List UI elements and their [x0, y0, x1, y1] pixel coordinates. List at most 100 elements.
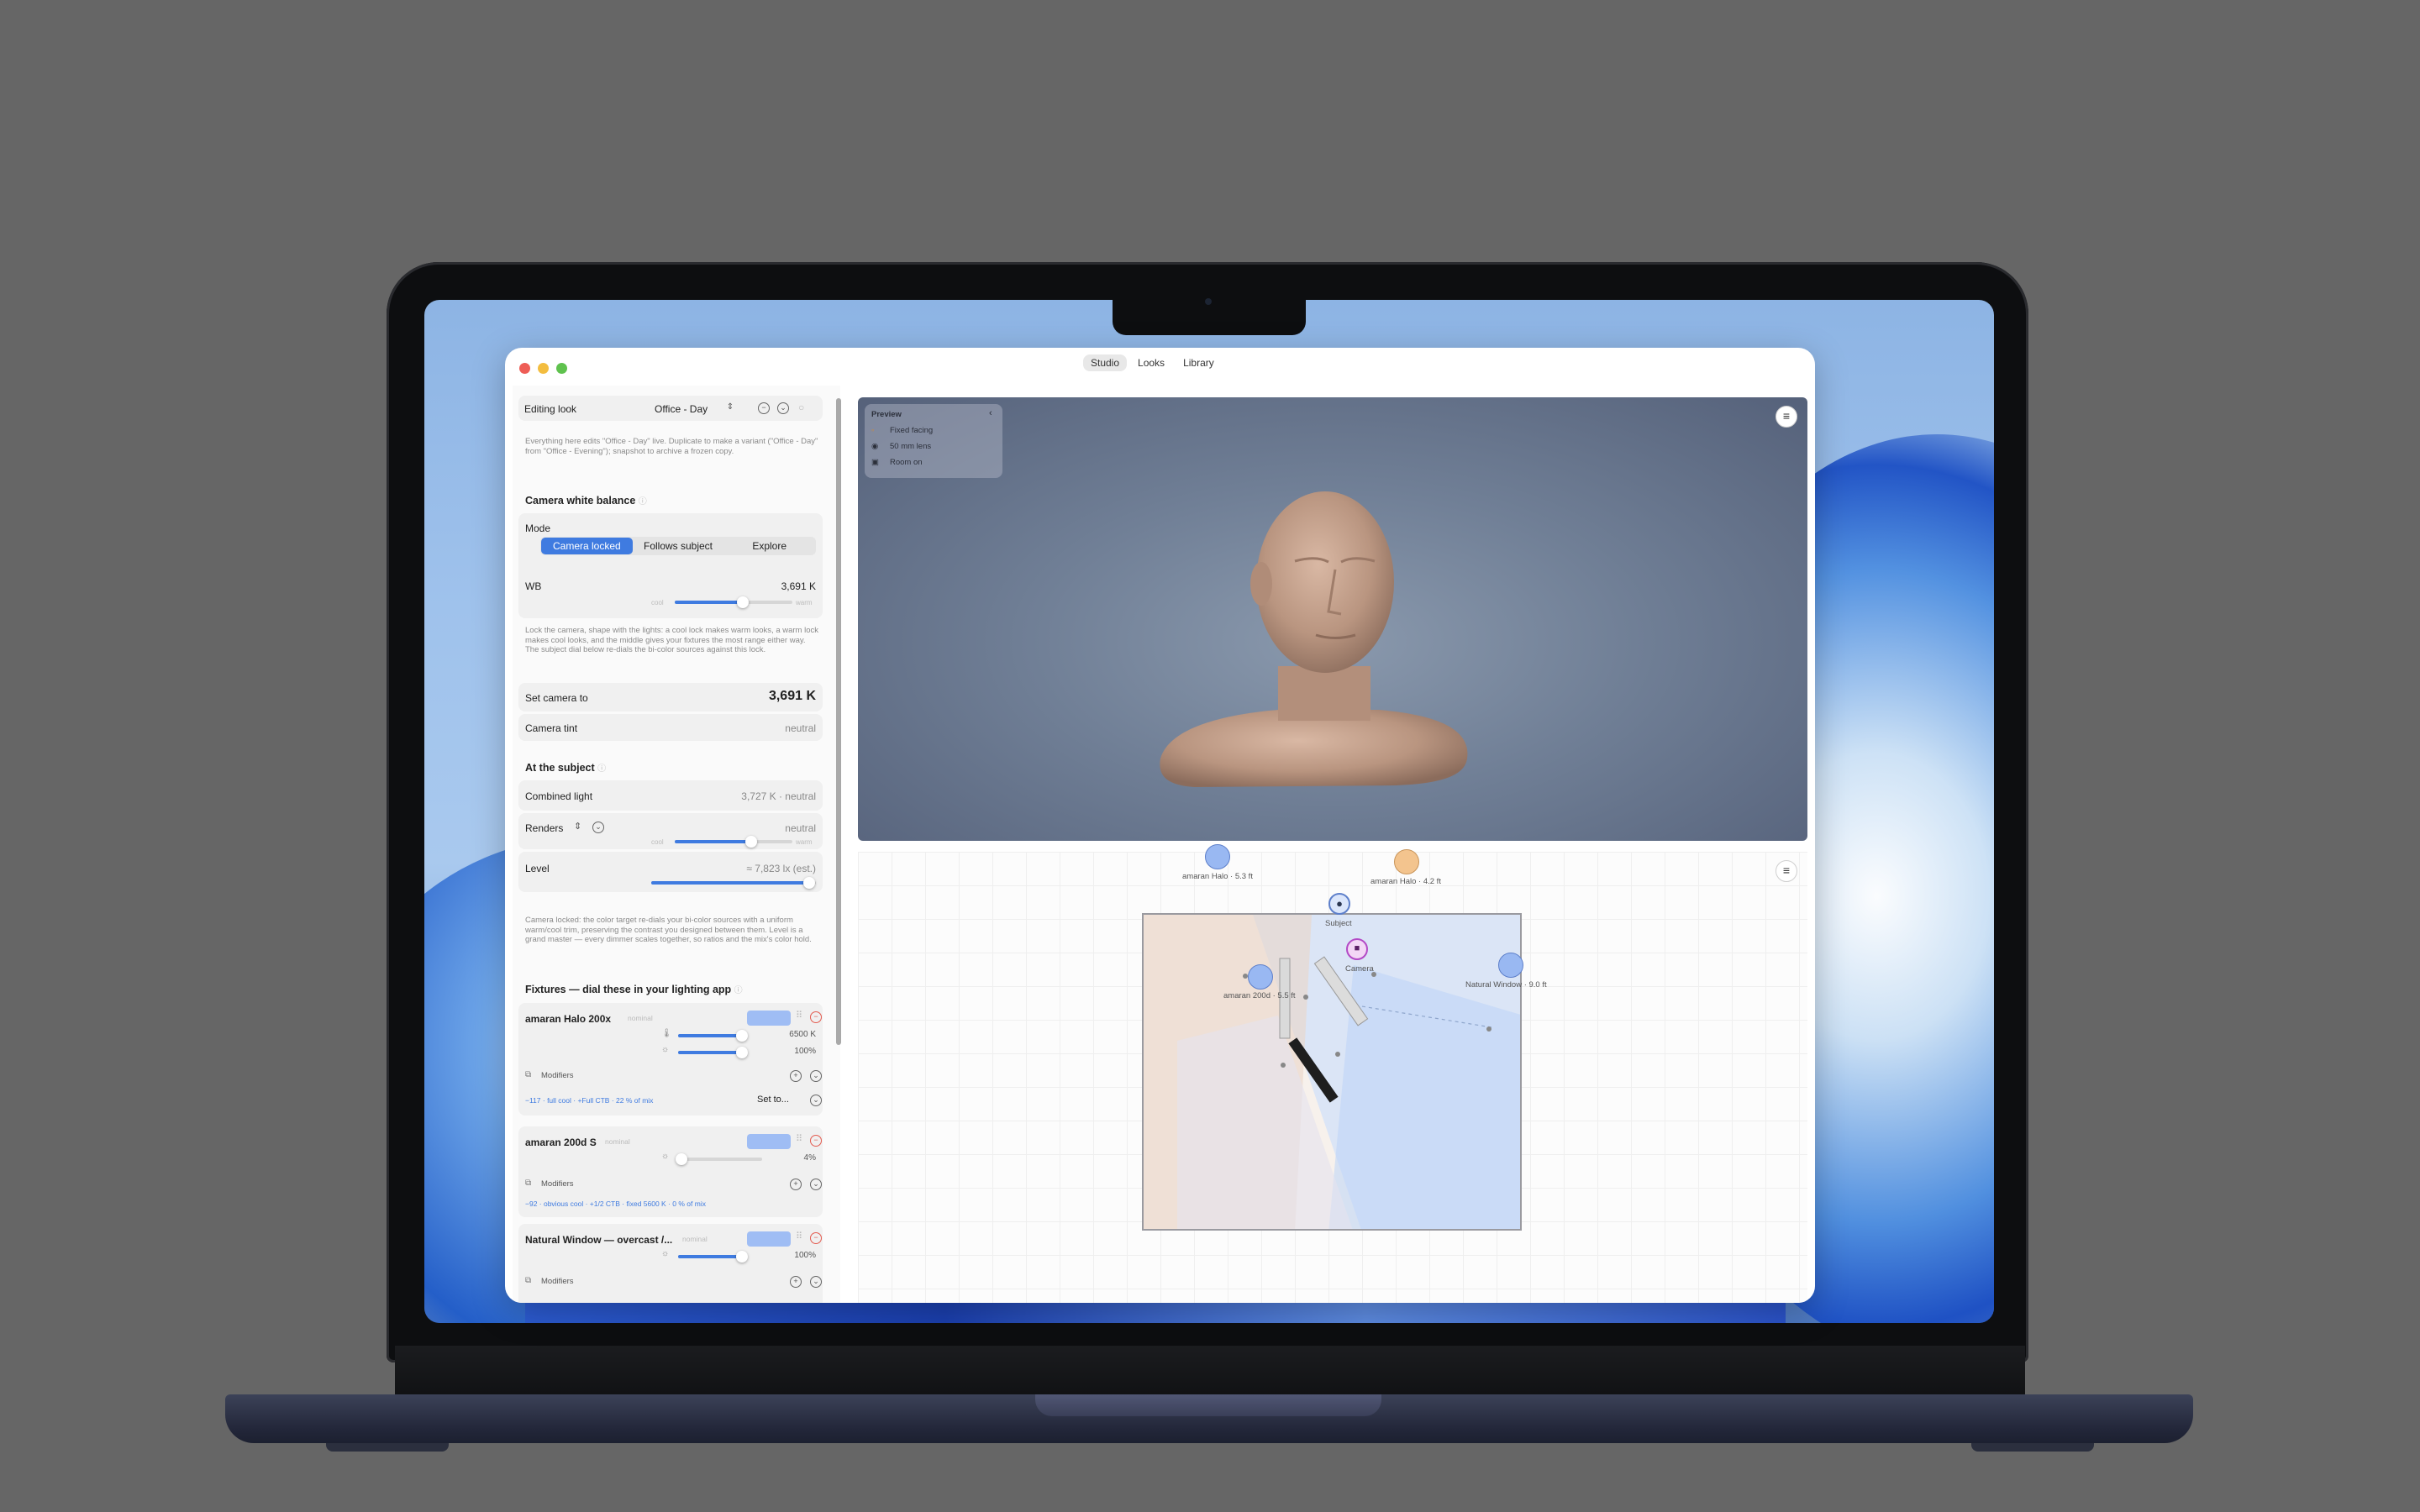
- halo-right-marker[interactable]: [1394, 849, 1419, 874]
- renders-slider[interactable]: [675, 836, 792, 848]
- add-modifier-icon[interactable]: +: [790, 1179, 802, 1190]
- preview-viewport[interactable]: Preview ‹ ◦ Fixed facing ◉ 50 mm lens ▣ …: [858, 397, 1807, 841]
- tab-studio[interactable]: Studio: [1083, 354, 1128, 371]
- remove-fixture-icon[interactable]: −: [810, 1135, 822, 1147]
- fixture-card-halo: amaran Halo 200x nominal ⠿ − 🌡 6500 K ☼ …: [518, 1003, 823, 1116]
- camera-wb-card: Mode Camera locked Follows subject Explo…: [518, 513, 823, 618]
- stepper-icon[interactable]: ⇕: [574, 821, 581, 832]
- modifiers-label[interactable]: Modifiers: [541, 1071, 574, 1080]
- remove-fixture-icon[interactable]: −: [810, 1011, 822, 1023]
- renders-label: Renders: [525, 822, 564, 834]
- laptop-opening-notch: [1035, 1394, 1381, 1416]
- editing-note: Everything here edits "Office - Day" liv…: [525, 437, 818, 456]
- mode-tabs: Studio Looks Library: [1083, 353, 1222, 373]
- chevron-down-icon[interactable]: ⌄: [810, 1179, 822, 1190]
- fixture-tag: nominal: [682, 1235, 708, 1243]
- camera-notch: [1113, 300, 1306, 335]
- set-to-button[interactable]: Set to...: [757, 1095, 789, 1105]
- fixture-summary: −117 · full cool · +Full CTB · 22 % of m…: [525, 1096, 654, 1105]
- combined-light-label: Combined light: [525, 790, 593, 802]
- d200-label: amaran 200d · 5.5 ft: [1223, 991, 1296, 1000]
- info-icon: ○: [798, 402, 805, 413]
- cool-label: cool: [651, 838, 664, 846]
- subject-marker-icon[interactable]: ●: [1328, 893, 1350, 915]
- scrollbar-thumb[interactable]: [836, 398, 841, 1045]
- mode-follows-subject[interactable]: Follows subject: [633, 538, 724, 554]
- grid-icon[interactable]: ⠿: [796, 1133, 802, 1144]
- dimmer-slider-knob[interactable]: [676, 1153, 687, 1165]
- wb-slider[interactable]: [675, 596, 792, 608]
- fixture-tag: nominal: [605, 1137, 630, 1146]
- fixture-summary: −92 · obvious cool · +1/2 CTB · fixed 56…: [525, 1200, 706, 1208]
- grid-icon[interactable]: ⠿: [796, 1010, 802, 1021]
- add-modifier-icon[interactable]: +: [790, 1070, 802, 1082]
- dimmer-slider-knob[interactable]: [736, 1047, 748, 1058]
- dimmer-slider-knob[interactable]: [736, 1251, 748, 1263]
- laptop-foot: [1971, 1443, 2094, 1452]
- cct-slider-knob[interactable]: [736, 1030, 748, 1042]
- thermometer-icon: 🌡: [661, 1029, 672, 1038]
- level-slider[interactable]: [651, 877, 816, 889]
- chevron-left-icon[interactable]: ‹: [989, 408, 992, 418]
- plan-menu-icon[interactable]: ≡: [1776, 860, 1797, 882]
- wb-slider-knob[interactable]: [737, 596, 750, 608]
- tab-looks[interactable]: Looks: [1130, 354, 1172, 371]
- halo-left-marker[interactable]: [1205, 844, 1230, 869]
- sidebar-scrollbar[interactable]: [836, 398, 841, 1247]
- renders-value: neutral: [785, 822, 816, 834]
- remove-fixture-icon[interactable]: −: [810, 1232, 822, 1244]
- chevron-down-icon[interactable]: ⌄: [810, 1095, 822, 1106]
- floor-plan-room[interactable]: [1142, 913, 1522, 1231]
- mode-explore[interactable]: Explore: [723, 538, 815, 554]
- fixture-name: amaran 200d S: [525, 1137, 597, 1148]
- dimmer-value: 100%: [794, 1047, 816, 1056]
- laptop-foot: [326, 1443, 449, 1452]
- subject-note: Camera locked: the color target re-dials…: [525, 916, 812, 944]
- minimize-window-button[interactable]: [538, 363, 549, 374]
- snapshot-icon[interactable]: −: [758, 402, 770, 414]
- add-modifier-icon[interactable]: +: [790, 1276, 802, 1288]
- zoom-window-button[interactable]: [556, 363, 567, 374]
- app-window: Studio Looks Library Editing look Office…: [505, 348, 1815, 1303]
- grid-icon[interactable]: ⠿: [796, 1231, 802, 1242]
- preview-option[interactable]: 50 mm lens: [890, 442, 931, 451]
- renders-row: Renders ⇕ ⌄ neutral cool warm: [518, 813, 823, 849]
- fixture-color-swatch[interactable]: [747, 1231, 791, 1247]
- sun-icon: ☼: [661, 1045, 670, 1054]
- d200-marker[interactable]: [1248, 964, 1273, 990]
- level-slider-knob[interactable]: [803, 877, 816, 889]
- mode-label: Mode: [525, 522, 551, 534]
- chevron-down-icon[interactable]: ⌄: [810, 1070, 822, 1082]
- wb-value: 3,691 K: [781, 580, 816, 592]
- fixtures-heading: Fixtures — dial these in your lighting a…: [525, 984, 743, 995]
- inspector-sidebar: Editing look Office - Day ⇕ − ⌄ ○ Everyt…: [513, 386, 840, 1303]
- window-label: Natural Window · 9.0 ft: [1465, 980, 1547, 990]
- wb-slider-fill: [675, 601, 744, 604]
- dimmer-slider[interactable]: [676, 1153, 762, 1165]
- close-window-button[interactable]: [519, 363, 530, 374]
- fixture-color-swatch[interactable]: [747, 1011, 791, 1026]
- modifiers-label[interactable]: Modifiers: [541, 1277, 574, 1286]
- chevron-down-icon[interactable]: ⌄: [810, 1276, 822, 1288]
- preview-option[interactable]: Room on: [890, 458, 923, 467]
- fixture-color-swatch[interactable]: [747, 1134, 791, 1149]
- viewport-menu-icon[interactable]: ≡: [1776, 406, 1797, 428]
- tab-library[interactable]: Library: [1176, 354, 1222, 371]
- look-stepper-icon[interactable]: ⇕: [724, 402, 736, 414]
- renders-slider-knob[interactable]: [745, 836, 757, 848]
- window-marker[interactable]: [1498, 953, 1523, 978]
- floor-plan-drawing: [1144, 915, 1520, 1229]
- modifiers-icon: ⧉: [525, 1179, 532, 1188]
- level-row: Level ≈ 7,823 lx (est.): [518, 852, 823, 892]
- modifiers-label[interactable]: Modifiers: [541, 1179, 574, 1189]
- camera-marker-icon[interactable]: ■: [1346, 938, 1368, 960]
- dimmer-slider-fill: [678, 1255, 742, 1258]
- preview-option[interactable]: Fixed facing: [890, 426, 933, 435]
- dimmer-slider[interactable]: [678, 1047, 748, 1058]
- chevron-down-icon[interactable]: ⌄: [777, 402, 789, 414]
- mode-camera-locked[interactable]: Camera locked: [541, 538, 633, 554]
- look-selector[interactable]: Office - Day: [655, 403, 708, 415]
- chevron-down-icon[interactable]: ⌄: [592, 822, 604, 833]
- cct-slider[interactable]: [678, 1030, 748, 1042]
- dimmer-slider[interactable]: [678, 1251, 748, 1263]
